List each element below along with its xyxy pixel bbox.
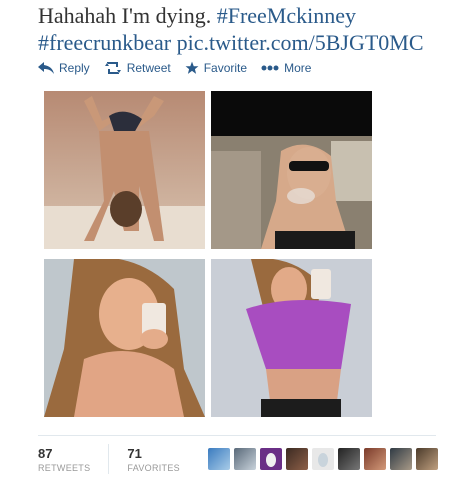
more-icon <box>261 65 279 71</box>
avatar[interactable] <box>311 448 334 470</box>
tweet-line-2: #freecrunkbear pic.twitter.com/5BJGT0MC <box>38 29 468 56</box>
photo-1[interactable] <box>44 91 205 249</box>
photo-2[interactable] <box>211 91 372 249</box>
retweet-button[interactable]: Retweet <box>104 61 171 75</box>
favorite-button[interactable]: Favorite <box>185 61 247 75</box>
avatar-strip <box>207 448 442 470</box>
avatar[interactable] <box>389 448 412 470</box>
stats-separator <box>108 444 110 474</box>
favorites-stat[interactable]: 71 FAVORITES <box>127 446 198 473</box>
avatar[interactable] <box>259 448 282 470</box>
photo-grid <box>44 91 372 417</box>
photo-4[interactable] <box>211 259 372 417</box>
avatar[interactable] <box>233 448 256 470</box>
favorite-label: Favorite <box>203 61 248 75</box>
retweet-icon <box>104 62 121 74</box>
avatar[interactable] <box>337 448 360 470</box>
more-label: More <box>284 61 312 75</box>
reply-label: Reply <box>59 61 90 75</box>
avatar[interactable] <box>285 448 308 470</box>
tweet-body: Hahahah I'm dying. <box>38 3 217 28</box>
tweet-text: Hahahah I'm dying. #FreeMckinney #freecr… <box>38 2 468 56</box>
hashtag-freecrunkbear[interactable]: #freecrunkbear <box>38 30 171 55</box>
photo-3[interactable] <box>44 259 205 417</box>
retweets-label: RETWEETS <box>38 462 91 473</box>
avatar[interactable] <box>207 448 230 470</box>
retweet-label: Retweet <box>126 61 171 75</box>
tweet-line-1: Hahahah I'm dying. #FreeMckinney <box>38 2 468 29</box>
reply-button[interactable]: Reply <box>38 61 90 75</box>
favorites-label: FAVORITES <box>127 462 180 473</box>
stats-divider <box>38 435 436 436</box>
tweet-actions: Reply Retweet Favorite More <box>38 58 325 78</box>
pic-link[interactable]: pic.twitter.com/5BJGT0MC <box>177 30 424 55</box>
star-icon <box>185 61 199 74</box>
more-button[interactable]: More <box>261 61 311 75</box>
retweets-count: 87 <box>38 445 53 461</box>
tweet-stats: 87 RETWEETS 71 FAVORITES <box>38 441 442 477</box>
avatar[interactable] <box>415 448 438 470</box>
hashtag-freemckinney[interactable]: #FreeMckinney <box>217 3 356 28</box>
reply-icon <box>38 62 54 74</box>
avatar[interactable] <box>363 448 386 470</box>
retweets-stat[interactable]: 87 RETWEETS <box>38 446 108 473</box>
favorites-count: 71 <box>127 445 142 461</box>
